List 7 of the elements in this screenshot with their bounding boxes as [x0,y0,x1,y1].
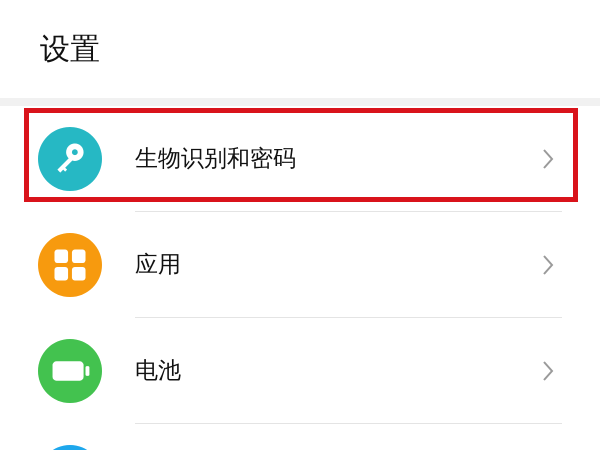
settings-item[interactable]: 应用 [135,249,181,280]
page-title: 设置 [40,30,100,68]
settings-item[interactable]: 电池 [135,355,181,386]
settings-item[interactable]: 生物识别和密码 [135,143,296,174]
chevron-icon [542,254,554,276]
chevron-icon [542,360,554,382]
chevron-icon [542,148,554,170]
